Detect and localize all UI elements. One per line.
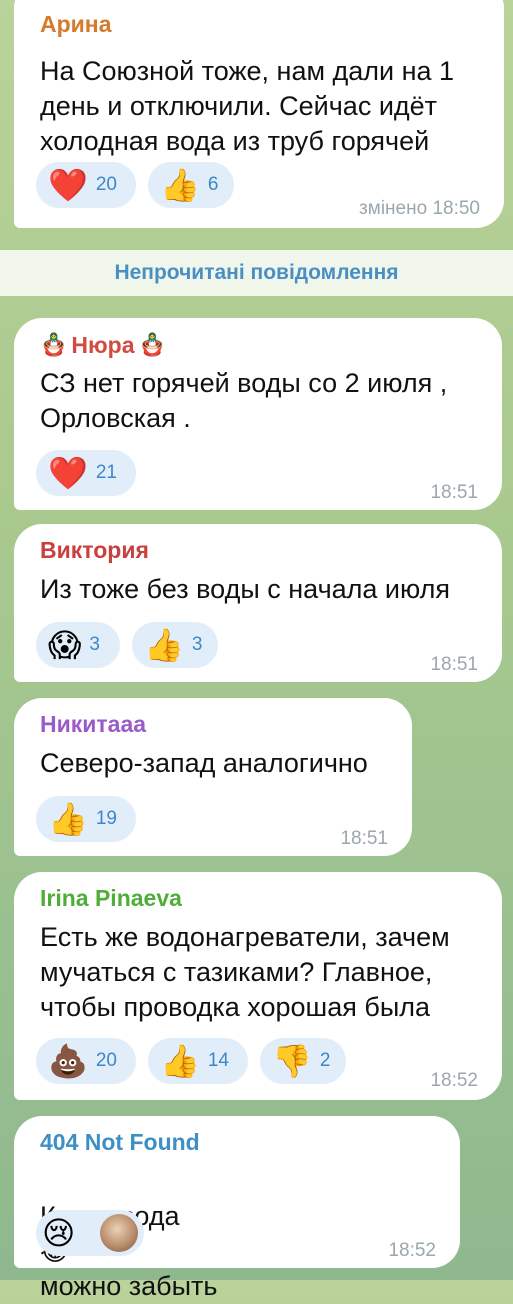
message-text: На Союзной тоже, нам дали на 1 день и от… [40, 56, 455, 156]
sender-name[interactable]: Арина [40, 10, 482, 40]
message-bubble[interactable]: Виктория Из тоже без воды с начала июля … [14, 524, 502, 682]
reaction-poop[interactable]: 💩 20 [36, 1038, 136, 1084]
reaction-count: 20 [95, 174, 117, 195]
poop-icon: 💩 [48, 1043, 88, 1079]
matryoshka-icon: 🪆 [138, 332, 166, 357]
reaction-count: 3 [89, 634, 100, 655]
reaction-crying[interactable]: 😢 [36, 1210, 144, 1256]
reaction-heart[interactable]: ❤️ 20 [36, 162, 136, 208]
message-bubble[interactable]: 🪆 Нюра 🪆 СЗ нет горячей воды со 2 июля ,… [14, 318, 502, 510]
message-bubble[interactable]: Арина На Союзной тоже, нам дали на 1 ден… [14, 0, 504, 228]
reaction-thumbs-up[interactable]: 👍 19 [36, 796, 136, 842]
reaction-thumbs-up[interactable]: 👍 14 [148, 1038, 248, 1084]
message-time: 18:51 [430, 482, 478, 503]
message-time: 18:51 [430, 654, 478, 675]
message-text: Есть же водонагреватели, зачем мучаться … [40, 922, 450, 1022]
avatar [100, 1214, 138, 1252]
message-time: 18:52 [430, 1070, 478, 1091]
thumbs-up-icon: 👍 [48, 801, 88, 837]
reaction-thumbs-up[interactable]: 👍 3 [132, 622, 218, 668]
reactions-row: ❤️ 21 [36, 450, 136, 496]
message-time: змінено 18:50 [359, 198, 480, 219]
message-bubble[interactable]: 404 Not Found Какая вода 😂 можно забыть … [14, 1116, 460, 1301]
sender-name[interactable]: Никитааа [40, 710, 390, 740]
sender-name[interactable]: 🪆 Нюра 🪆 [40, 330, 480, 360]
reaction-count: 6 [207, 174, 219, 195]
unread-messages-divider: Непрочитані повідомлення [0, 250, 513, 296]
message-bubble[interactable]: Irina Pinaeva Есть же водонагреватели, з… [14, 872, 502, 1100]
reaction-thumbs-up[interactable]: 👍 6 [148, 162, 234, 208]
sender-name[interactable]: Виктория [40, 536, 480, 566]
reaction-count: 3 [191, 634, 203, 655]
reactions-row: 😢 [36, 1210, 144, 1256]
message-time: 18:52 [388, 1240, 436, 1261]
thumbs-up-icon: 👍 [144, 627, 184, 663]
message-text-part: можно забыть [40, 1271, 218, 1301]
heart-icon: ❤️ [48, 167, 88, 203]
message-bubble[interactable]: Никитааа Северо-запад аналогично 👍 19 18… [14, 698, 412, 856]
reactions-row: ❤️ 20 👍 6 [36, 162, 234, 208]
reaction-count: 21 [95, 462, 117, 483]
scream-face-icon: 😱 [48, 627, 82, 663]
thumbs-down-icon: 👎 [272, 1043, 312, 1079]
thumbs-up-icon: 👍 [160, 167, 200, 203]
reactions-row: 👍 19 [36, 796, 136, 842]
sender-label: Нюра [71, 332, 135, 358]
sender-name[interactable]: Irina Pinaeva [40, 884, 480, 914]
message-time: 18:51 [340, 828, 388, 849]
reaction-count: 19 [95, 808, 117, 829]
reaction-count: 2 [319, 1050, 331, 1071]
reaction-heart[interactable]: ❤️ 21 [36, 450, 136, 496]
reaction-count: 14 [207, 1050, 229, 1071]
matryoshka-icon: 🪆 [40, 332, 68, 357]
reaction-thumbs-down[interactable]: 👎 2 [260, 1038, 346, 1084]
reaction-scream[interactable]: 😱 3 [36, 622, 120, 668]
heart-icon: ❤️ [48, 455, 88, 491]
thumbs-up-icon: 👍 [160, 1043, 200, 1079]
crying-face-icon: 😢 [42, 1215, 76, 1251]
reactions-row: 💩 20 👍 14 👎 2 [36, 1038, 346, 1084]
sender-name[interactable]: 404 Not Found [40, 1128, 438, 1158]
reactions-row: 😱 3 👍 3 [36, 622, 218, 668]
reaction-count: 20 [95, 1050, 117, 1071]
message-text: Из тоже без воды с начала июля [40, 574, 451, 604]
message-text: СЗ нет горячей воды со 2 июля , Орловска… [40, 368, 448, 433]
message-text: Северо-запад аналогично [40, 748, 368, 778]
